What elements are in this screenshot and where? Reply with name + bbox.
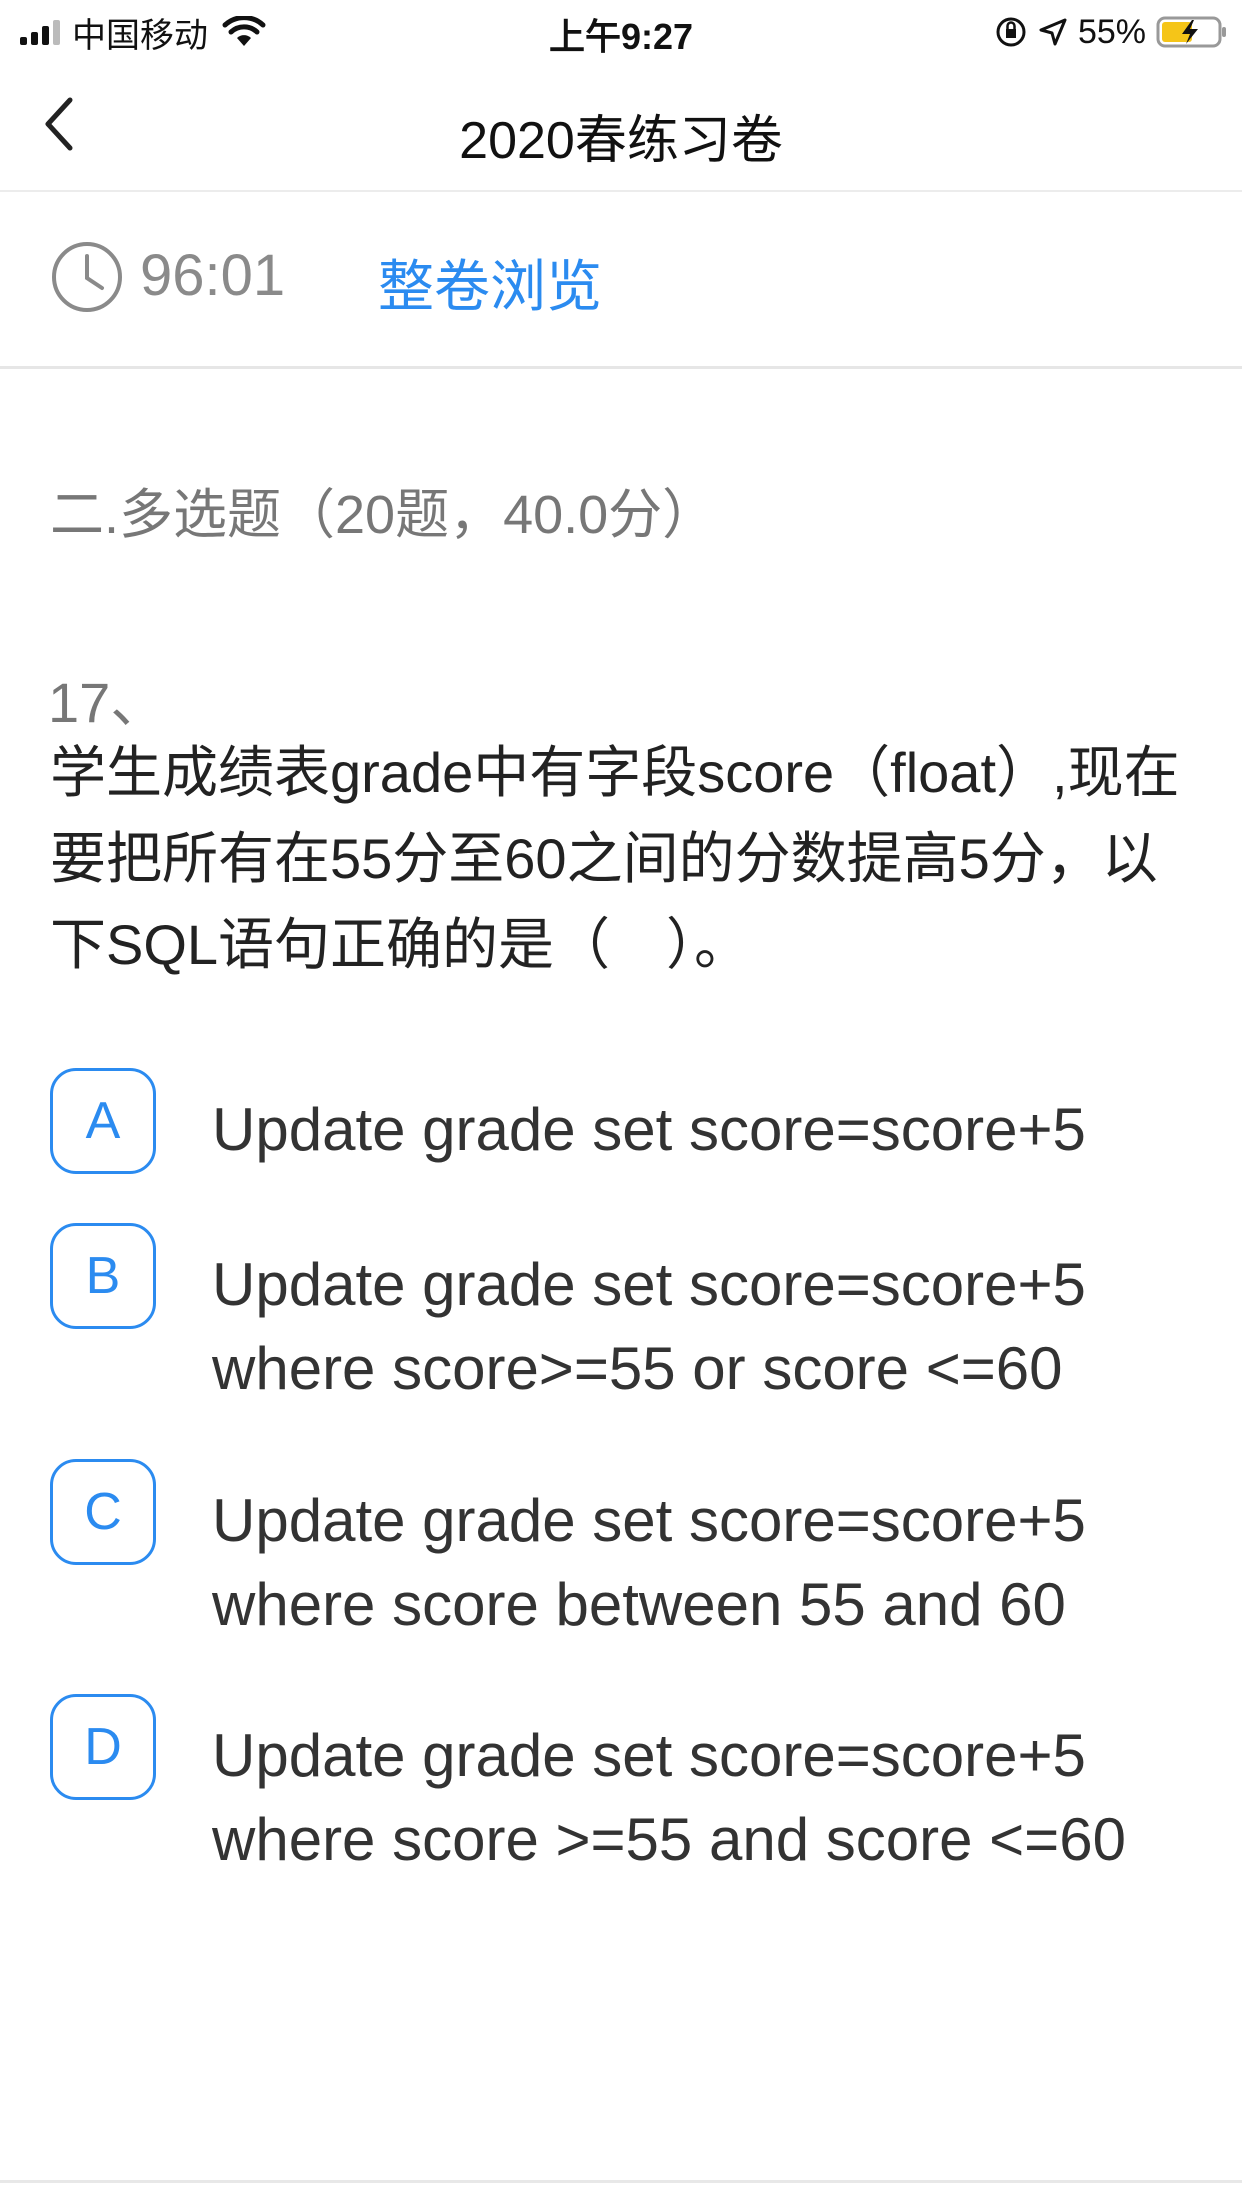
question-text: 学生成绩表grade中有字段score（float）,现在要把所有在55分至60… [50, 741, 1180, 976]
overview-button[interactable]: 整卷浏览 [378, 242, 602, 323]
location-icon [1039, 18, 1067, 46]
page-title: 2020春练习卷 [459, 112, 783, 170]
status-right: 55% [994, 10, 1228, 54]
section-title: 二.多选题（20题，40.0分） [50, 485, 717, 545]
battery-charging-icon [1156, 16, 1226, 48]
option-letter-badge[interactable]: C [50, 1459, 156, 1565]
option-text: Update grade set score=score+5 where sco… [212, 1251, 1086, 1402]
battery-percent: 55% [1077, 12, 1146, 51]
timer-bar: 96:01 整卷浏览 [0, 192, 1242, 369]
clock-icon [52, 242, 122, 312]
option-letter-badge[interactable]: D [50, 1694, 156, 1800]
bottom-divider [0, 2180, 1242, 2183]
orientation-lock-icon [996, 17, 1026, 47]
option-text: Update grade set score=score+5 [212, 1096, 1086, 1163]
option-text: Update grade set score=score+5 where sco… [212, 1722, 1126, 1873]
status-bar: 中国移动 上午9:27 55% [0, 0, 1242, 64]
option-letter-badge[interactable]: B [50, 1223, 156, 1329]
option-text: Update grade set score=score+5 where sco… [212, 1487, 1086, 1638]
nav-bar: 2020春练习卷 [0, 64, 1242, 192]
countdown-timer: 96:01 [140, 243, 286, 308]
option-letter-badge[interactable]: A [50, 1068, 156, 1174]
question-number: 17、 [48, 671, 167, 734]
